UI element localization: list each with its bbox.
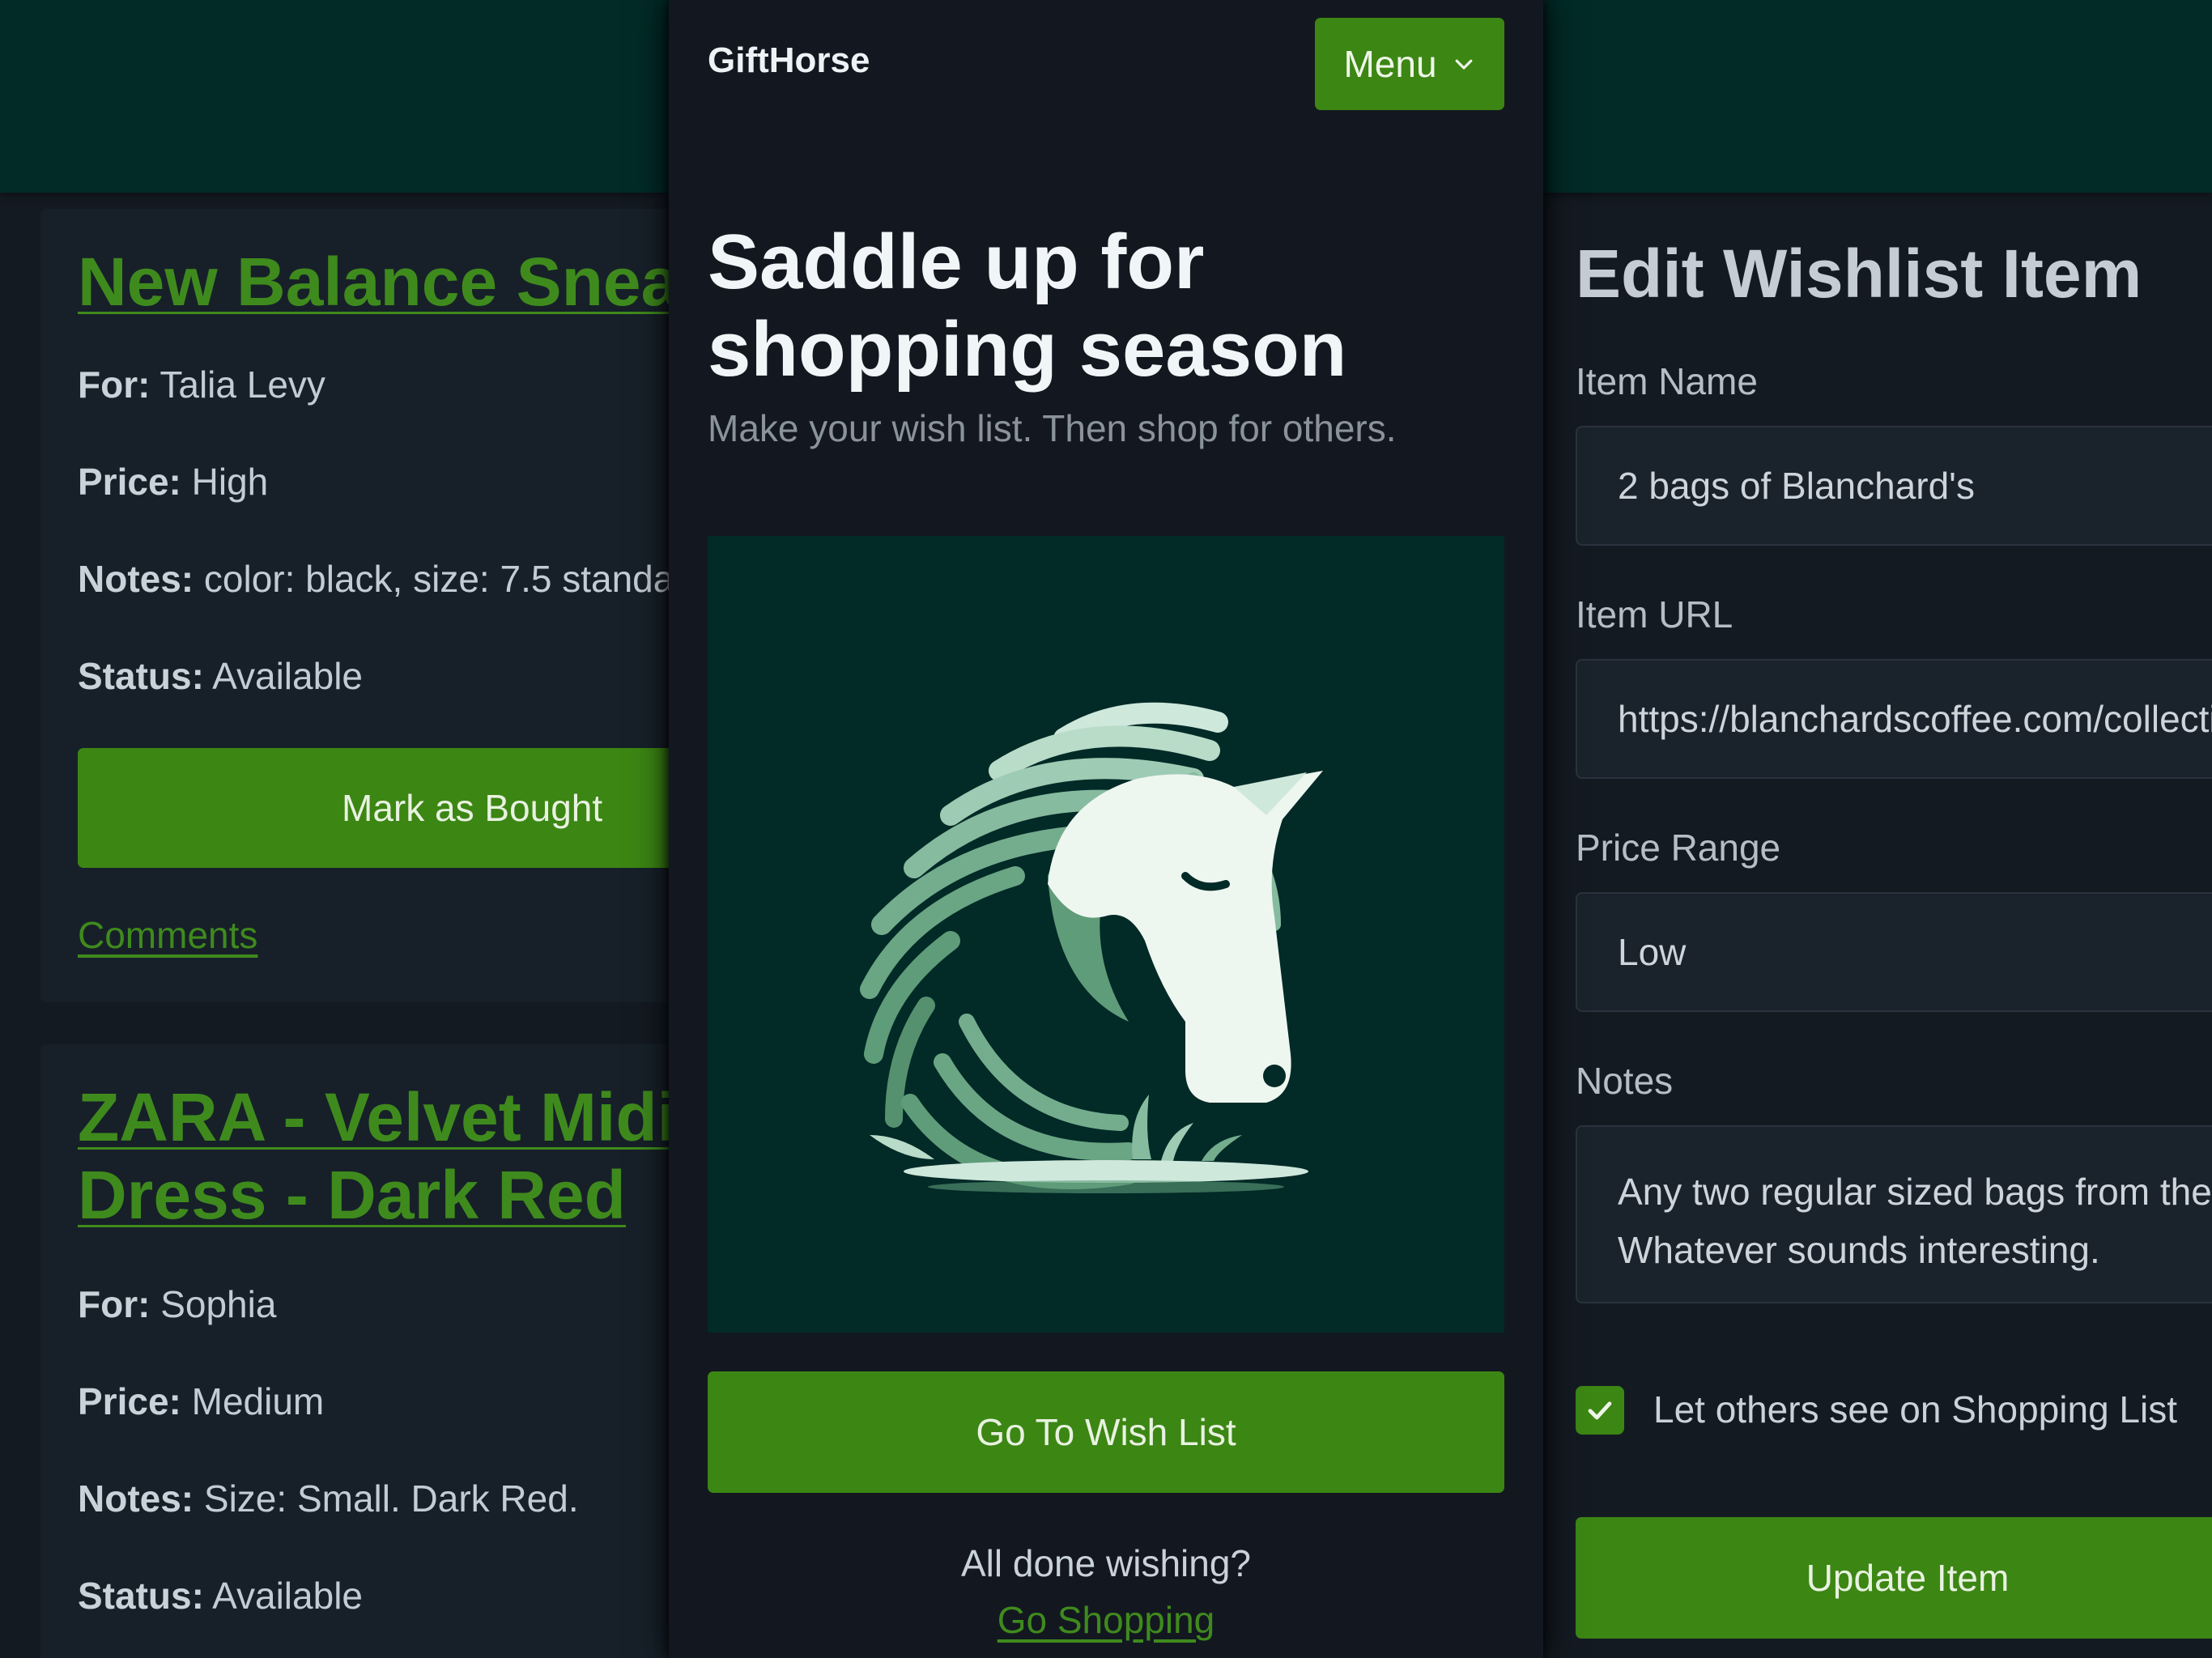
checkmark-icon — [1588, 1401, 1612, 1420]
field-label: Price: — [78, 461, 181, 503]
item-status: Status: Available — [78, 1574, 363, 1618]
field-value: color: black, size: 7.5 standard — [203, 558, 669, 600]
wishlist-card: New Balance Sneakers For: Talia Levy Pri… — [40, 209, 669, 1002]
wishlist-card: ZARA - Velvet Midi Dress - Dark Red For:… — [40, 1044, 669, 1658]
field-value: Available — [212, 655, 363, 697]
field-label: Price: — [78, 1380, 181, 1422]
mark-as-bought-button[interactable]: Mark as Bought — [78, 748, 669, 868]
item-notes: Notes: color: black, size: 7.5 standard — [78, 557, 669, 601]
page-title: Edit Wishlist Item — [1576, 236, 2142, 312]
horse-logo-image — [708, 536, 1504, 1333]
notes-label: Notes — [1576, 1060, 1674, 1102]
hero-subtitle: Make your wish list. Then shop for other… — [708, 407, 1397, 449]
home-panel: GiftHorse Menu Saddle up for shopping se… — [669, 0, 1543, 1658]
price-range-label: Price Range — [1576, 827, 1781, 869]
field-value: Medium — [191, 1380, 325, 1422]
field-label: Notes: — [78, 1477, 194, 1520]
field-label: Status: — [78, 1575, 204, 1617]
item-price: Price: High — [78, 460, 268, 504]
field-value: Size: Small. Dark Red. — [203, 1477, 579, 1520]
edit-item-panel: Edit Wishlist Item Item Name 2 bags of B… — [1543, 0, 2212, 1658]
item-price: Price: Medium — [78, 1380, 324, 1423]
item-for: For: Talia Levy — [78, 363, 325, 406]
field-label: Status: — [78, 655, 204, 697]
item-notes: Notes: Size: Small. Dark Red. — [78, 1477, 579, 1520]
field-value: Available — [212, 1575, 363, 1617]
update-item-button[interactable]: Update Item — [1576, 1517, 2212, 1639]
field-label: For: — [78, 363, 151, 406]
horse-logo-icon — [860, 702, 1323, 1193]
button-label: Mark as Bought — [342, 787, 603, 829]
shopping-list-panel: New Balance Sneakers For: Talia Levy Pri… — [0, 0, 669, 1658]
item-url-label: Item URL — [1576, 593, 1733, 636]
item-for: For: Sophia — [78, 1282, 276, 1326]
item-url-input[interactable]: https://blanchardscoffee.com/collections — [1576, 659, 2212, 779]
price-range-select[interactable]: Low — [1576, 892, 2212, 1012]
menu-label: Menu — [1343, 43, 1437, 85]
chevron-down-icon — [1455, 59, 1472, 70]
comments-link[interactable]: Comments — [78, 913, 257, 957]
field-value: High — [191, 461, 269, 503]
go-to-wish-list-button[interactable]: Go To Wish List — [708, 1371, 1504, 1493]
go-shopping-link[interactable]: Go Shopping — [669, 1598, 1543, 1642]
hero-title: Saddle up for shopping season — [708, 219, 1347, 393]
field-label: For: — [78, 1283, 151, 1325]
menu-button[interactable]: Menu — [1315, 18, 1504, 110]
item-name-label: Item Name — [1576, 360, 1758, 402]
button-label: Update Item — [1806, 1557, 2010, 1599]
top-nav-bar — [0, 0, 669, 193]
button-label: Go To Wish List — [976, 1411, 1236, 1453]
item-title-link[interactable]: New Balance Sneakers — [78, 243, 669, 321]
field-value: Sophia — [160, 1283, 277, 1325]
share-checkbox-label: Let others see on Shopping List — [1653, 1388, 2178, 1431]
item-title-link[interactable]: ZARA - Velvet Midi Dress - Dark Red — [78, 1078, 669, 1234]
notes-textarea[interactable]: Any two regular sized bags from the list… — [1576, 1125, 2212, 1303]
field-label: Notes: — [78, 558, 194, 600]
item-name-input[interactable]: 2 bags of Blanchard's — [1576, 426, 2212, 546]
done-wishing-text: All done wishing? — [960, 1542, 1251, 1584]
brand-logo-text[interactable]: GiftHorse — [708, 40, 870, 81]
field-value: Talia Levy — [160, 363, 325, 406]
share-checkbox[interactable] — [1576, 1386, 1624, 1435]
top-nav-bar — [1543, 0, 2212, 193]
item-status: Status: Available — [78, 654, 363, 698]
